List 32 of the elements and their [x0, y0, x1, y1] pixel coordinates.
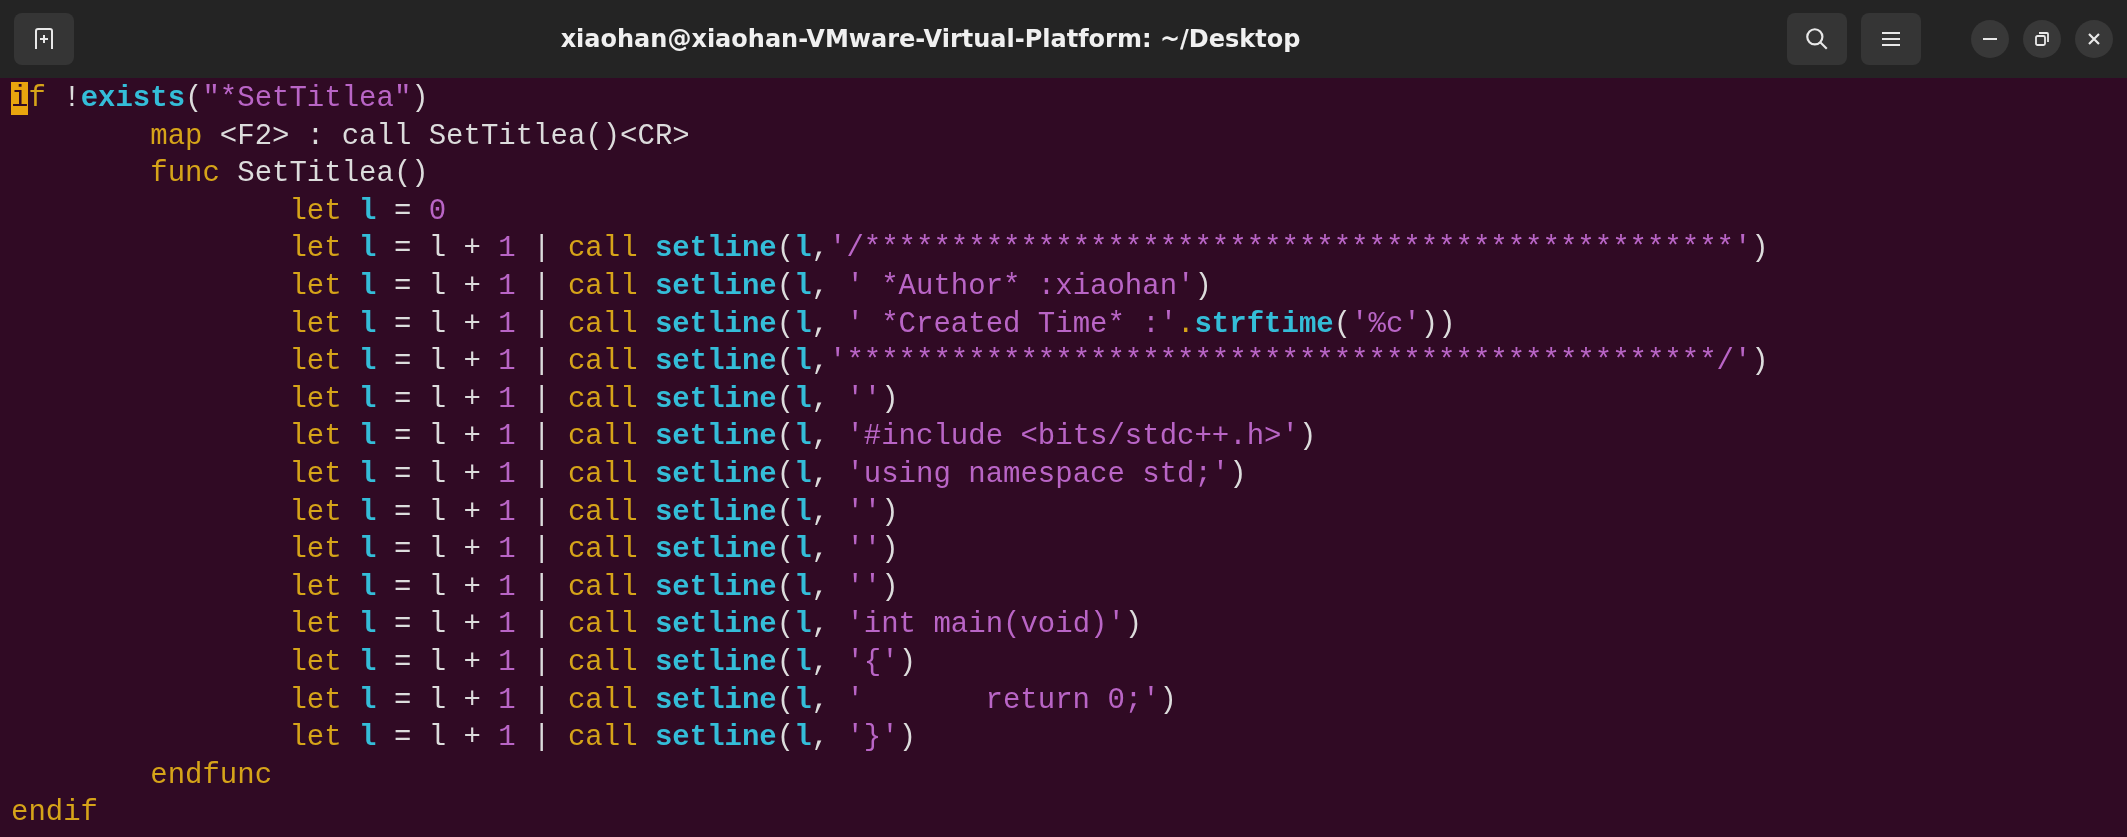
menu-button[interactable]: [1861, 13, 1921, 65]
code-line: func SetTitlea(): [149, 156, 429, 193]
menu-icon: [1880, 30, 1902, 48]
code-line: let l = l + 1 | call setline(l, ''): [288, 494, 899, 531]
code-line: let l = l + 1 | call setline(l, '{'): [288, 644, 917, 681]
code-line: let l = l + 1 | call setline(l,'**************************************************/'): [288, 344, 1769, 381]
restore-button[interactable]: [2023, 20, 2061, 58]
new-tab-button[interactable]: [14, 13, 74, 65]
code-line: let l = l + 1 | call setline(l, '#include <bits/stdc++.h>'): [288, 419, 1317, 456]
code-line: let l = l + 1 | call setline(l, ''): [288, 381, 899, 418]
code-line: let l = 0: [288, 193, 447, 230]
search-icon: [1804, 26, 1830, 52]
code-line: if !exists("*SetTitlea"): [11, 81, 429, 117]
window-title: xiaohan@xiaohan-VMware-Virtual-Platform: ~/Desktop: [559, 25, 1302, 53]
code-line: let l = l + 1 | call setline(l, ' *Author* :xiaohan'): [288, 268, 1212, 305]
restore-icon: [2035, 32, 2049, 46]
code-line: let l = l + 1 | call setline(l, ''): [288, 569, 899, 606]
code-line: let l = l + 1 | call setline(l, ' return 0;'): [288, 682, 1177, 719]
minimize-icon: [1983, 37, 1997, 41]
code-line: let l = l + 1 | call setline(l, ' *Created Time* :'.strftime('%c')): [288, 306, 1456, 343]
code-line: map <F2> : call SetTitlea()<CR>: [149, 118, 690, 155]
code-line: let l = l + 1 | call setline(l,'/**************************************************'): [288, 231, 1769, 268]
code-line: let l = l + 1 | call setline(l, 'int main(void)'): [288, 607, 1143, 644]
code-line: let l = l + 1 | call setline(l, ''): [288, 532, 899, 569]
code-line: let l = l + 1 | call setline(l, '}'): [288, 720, 917, 757]
code-line: endif: [11, 795, 98, 832]
code-line: let l = l + 1 | call setline(l, 'using namespace std;'): [288, 456, 1247, 493]
close-button[interactable]: [2075, 20, 2113, 58]
search-button[interactable]: [1787, 13, 1847, 65]
new-tab-icon: [32, 27, 56, 51]
close-icon: [2087, 32, 2101, 46]
code-line: endfunc: [149, 757, 273, 794]
